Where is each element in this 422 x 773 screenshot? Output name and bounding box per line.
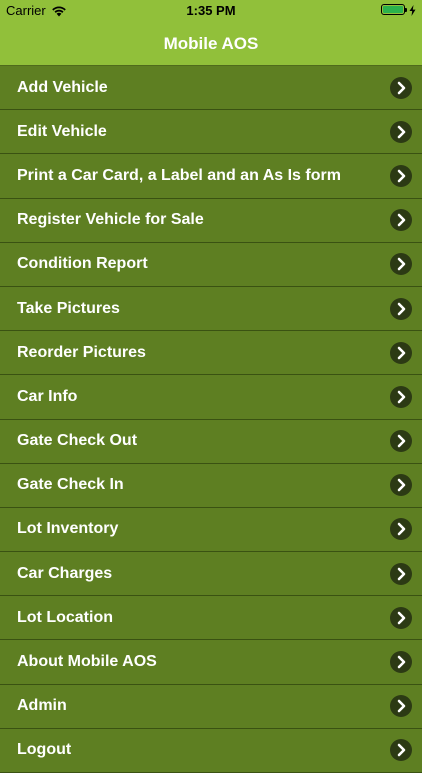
chevron-right-icon: [390, 385, 412, 408]
chevron-right-icon: [390, 164, 412, 187]
status-bar: Carrier 1:35 PM: [0, 0, 422, 22]
menu-item-label: Gate Check In: [17, 476, 124, 494]
chevron-right-icon: [390, 253, 412, 276]
charging-bolt-icon: [409, 4, 416, 16]
status-time: 1:35 PM: [186, 3, 236, 18]
menu-item-label: Condition Report: [17, 255, 148, 273]
menu-item-label: Reorder Pictures: [17, 343, 146, 361]
menu-item-lot-inventory[interactable]: Lot Inventory: [0, 507, 422, 553]
menu-item-take-pictures[interactable]: Take Pictures: [0, 286, 422, 332]
menu-item-gate-check-in[interactable]: Gate Check In: [0, 463, 422, 508]
menu-item-gate-check-out[interactable]: Gate Check Out: [0, 419, 422, 464]
menu-item-label: Lot Location: [17, 608, 113, 626]
chevron-right-icon: [390, 606, 412, 629]
chevron-right-icon: [390, 120, 412, 143]
menu-item-register-vehicle-for-sale[interactable]: Register Vehicle for Sale: [0, 198, 422, 243]
status-right: [381, 4, 416, 16]
menu-item-label: Add Vehicle: [17, 78, 108, 96]
menu-item-print-a-car-card-a-label-and-an-as-is-form[interactable]: Print a Car Card, a Label and an As Is f…: [0, 154, 422, 199]
battery-icon: [381, 4, 407, 15]
menu-item-label: Car Charges: [17, 564, 113, 582]
menu-item-label: Print a Car Card, a Label and an As Is f…: [17, 166, 341, 184]
main-menu: Add Vehicle Edit Vehicle Print a Car Card,…: [0, 66, 422, 773]
menu-item-label: Car Info: [17, 387, 78, 405]
menu-item-admin[interactable]: Admin: [0, 684, 422, 729]
chevron-right-icon: [390, 297, 412, 320]
chevron-right-icon: [390, 76, 412, 99]
menu-item-label: Take Pictures: [17, 299, 120, 317]
chevron-right-icon: [390, 430, 412, 453]
menu-item-about-mobile-aos[interactable]: About Mobile AOS: [0, 640, 422, 685]
chevron-right-icon: [390, 209, 412, 232]
menu-item-label: About Mobile AOS: [17, 653, 157, 671]
chevron-right-icon: [390, 739, 412, 762]
menu-item-car-charges[interactable]: Car Charges: [0, 552, 422, 597]
menu-item-label: Lot Inventory: [17, 520, 119, 538]
menu-item-label: Register Vehicle for Sale: [17, 211, 204, 229]
menu-item-edit-vehicle[interactable]: Edit Vehicle: [0, 110, 422, 155]
menu-item-condition-report[interactable]: Condition Report: [0, 242, 422, 287]
chevron-right-icon: [390, 474, 412, 497]
chevron-right-icon: [390, 695, 412, 718]
menu-item-label: Gate Check Out: [17, 432, 138, 450]
menu-item-reorder-pictures[interactable]: Reorder Pictures: [0, 331, 422, 376]
page-title: Mobile AOS: [163, 34, 259, 53]
menu-item-car-info[interactable]: Car Info: [0, 375, 422, 420]
menu-item-label: Admin: [17, 697, 67, 715]
chevron-right-icon: [390, 341, 412, 364]
navigation-bar: Mobile AOS: [0, 22, 422, 66]
chevron-right-icon: [390, 651, 412, 674]
menu-item-label: Logout: [17, 741, 72, 759]
menu-item-label: Edit Vehicle: [17, 122, 107, 140]
menu-item-add-vehicle[interactable]: Add Vehicle: [0, 66, 422, 111]
chevron-right-icon: [390, 518, 412, 541]
menu-item-logout[interactable]: Logout: [0, 728, 422, 773]
menu-item-lot-location[interactable]: Lot Location: [0, 596, 422, 641]
chevron-right-icon: [390, 562, 412, 585]
